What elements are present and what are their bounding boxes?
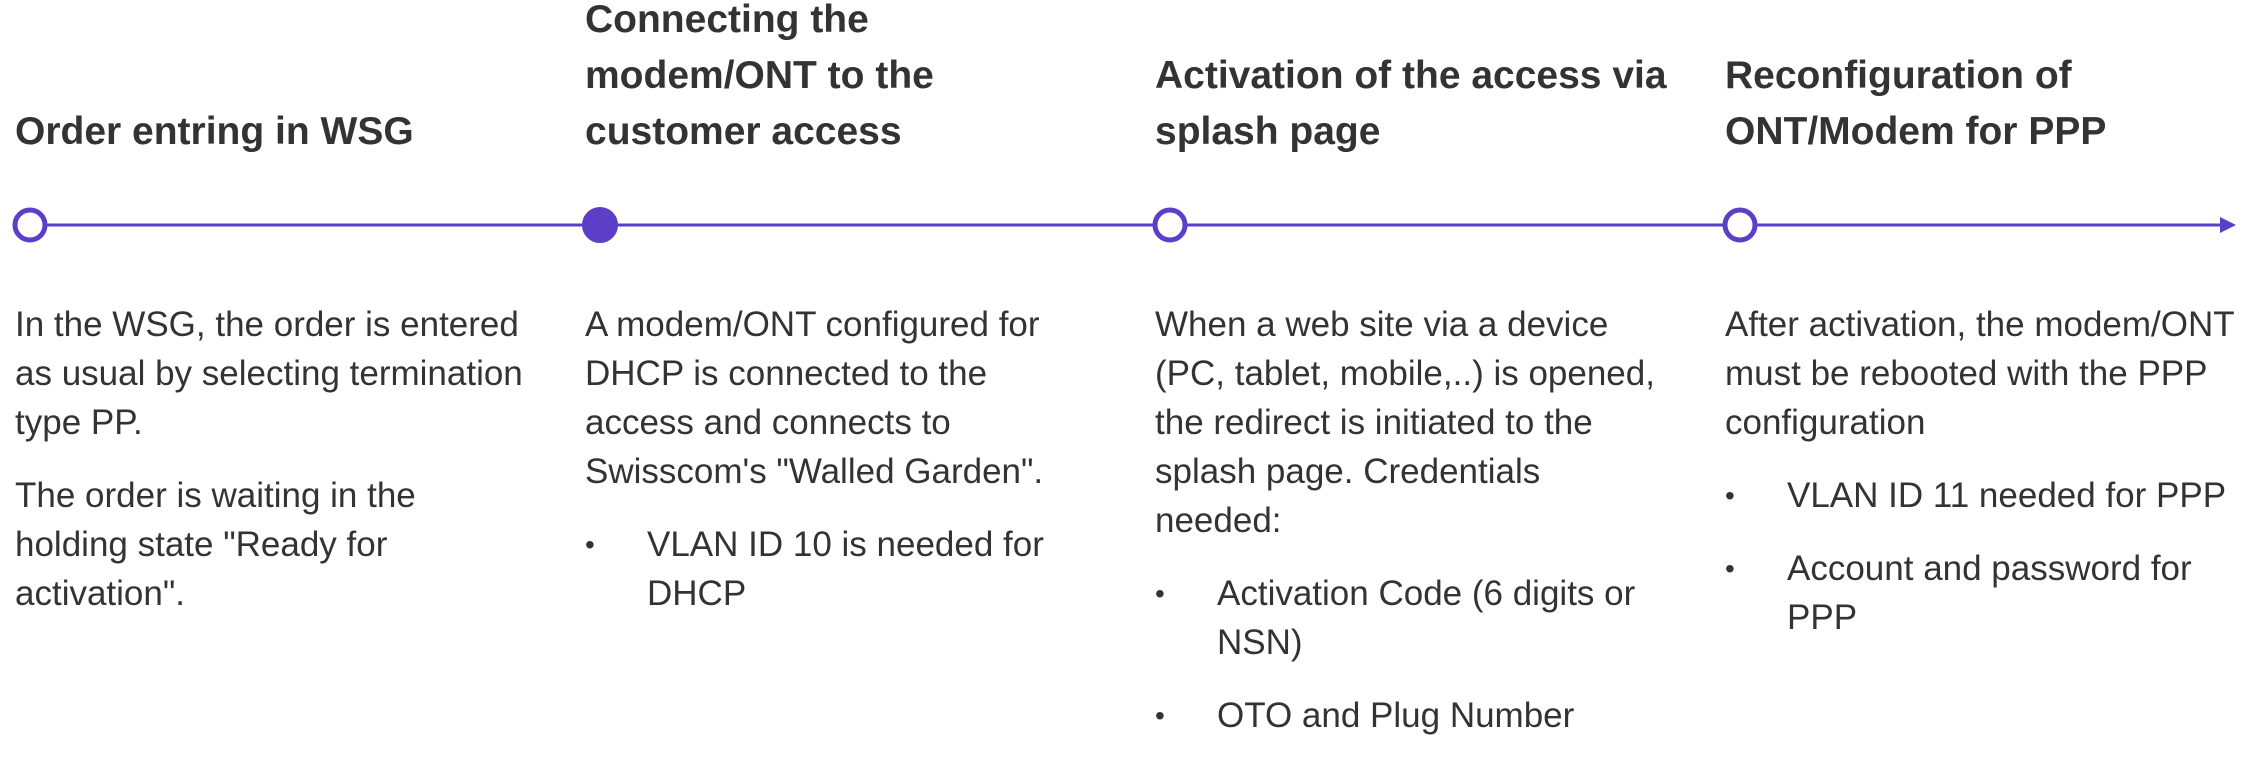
step-2-description: A modem/ONT configured for DHCP is conne… xyxy=(585,300,1105,642)
step-4-paragraph: After activation, the modem/ONT must be … xyxy=(1725,305,2235,442)
bullet-icon: • xyxy=(1725,480,1735,511)
step-3-title-text: Activation of the access via splash page xyxy=(1155,54,1667,153)
step-4-marker xyxy=(1722,207,1758,243)
step-1-paragraph: The order is waiting in the holding stat… xyxy=(15,476,416,613)
step-4-bullet-list: • VLAN ID 11 needed for PPP • Account an… xyxy=(1725,471,2245,642)
timeline-axis xyxy=(12,207,2236,243)
step-4-bullet-item: • Account and password for PPP xyxy=(1725,544,2245,642)
step-3-marker xyxy=(1152,207,1188,243)
step-2-paragraph: A modem/ONT configured for DHCP is conne… xyxy=(585,305,1044,491)
step-2-bullet-item: • VLAN ID 10 is needed for DHCP xyxy=(585,520,1105,618)
step-title-connecting-modem: Connecting the modem/ONT to the customer… xyxy=(585,0,1105,160)
step-2-bullet-text: VLAN ID 10 is needed for DHCP xyxy=(647,525,1044,613)
step-3-description: When a web site via a device (PC, tablet… xyxy=(1155,300,1675,764)
step-title-order-entry: Order entring in WSG xyxy=(15,0,535,160)
step-1-title-text: Order entring in WSG xyxy=(15,110,414,153)
step-4-description: After activation, the modem/ONT must be … xyxy=(1725,300,2245,666)
step-title-reconfiguration: Reconfiguration of ONT/Modem for PPP xyxy=(1725,0,2245,160)
bullet-icon: • xyxy=(1155,700,1165,731)
step-3-bullet-item: • OTO and Plug Number xyxy=(1155,691,1675,740)
step-2-marker xyxy=(582,207,618,243)
step-4-bullet-item: • VLAN ID 11 needed for PPP xyxy=(1725,471,2245,520)
step-2-title-text: Connecting the modem/ONT to the customer… xyxy=(585,0,934,153)
step-4-bullet-text: Account and password for PPP xyxy=(1787,549,2192,637)
timeline-arrowhead-icon xyxy=(2220,217,2236,233)
step-3-bullet-text: OTO and Plug Number xyxy=(1217,696,1575,735)
process-timeline: Order entring in WSG Connecting the mode… xyxy=(0,0,2252,755)
step-1-marker xyxy=(12,207,48,243)
step-3-bullet-list: • Activation Code (6 digits or NSN) • OT… xyxy=(1155,569,1675,740)
bullet-icon: • xyxy=(585,529,595,560)
bullet-icon: • xyxy=(1155,578,1165,609)
step-3-bullet-item: • Activation Code (6 digits or NSN) xyxy=(1155,569,1675,667)
step-1-description: In the WSG, the order is entered as usua… xyxy=(15,300,535,642)
step-title-activation: Activation of the access via splash page xyxy=(1155,0,1675,160)
bullet-icon: • xyxy=(1725,553,1735,584)
step-2-bullet-list: • VLAN ID 10 is needed for DHCP xyxy=(585,520,1105,618)
step-1-paragraph: In the WSG, the order is entered as usua… xyxy=(15,305,523,442)
step-3-bullet-text: Activation Code (6 digits or NSN) xyxy=(1217,574,1636,662)
step-3-paragraph: When a web site via a device (PC, tablet… xyxy=(1155,305,1655,540)
step-4-title-text: Reconfiguration of ONT/Modem for PPP xyxy=(1725,54,2107,153)
step-4-bullet-text: VLAN ID 11 needed for PPP xyxy=(1787,476,2227,515)
